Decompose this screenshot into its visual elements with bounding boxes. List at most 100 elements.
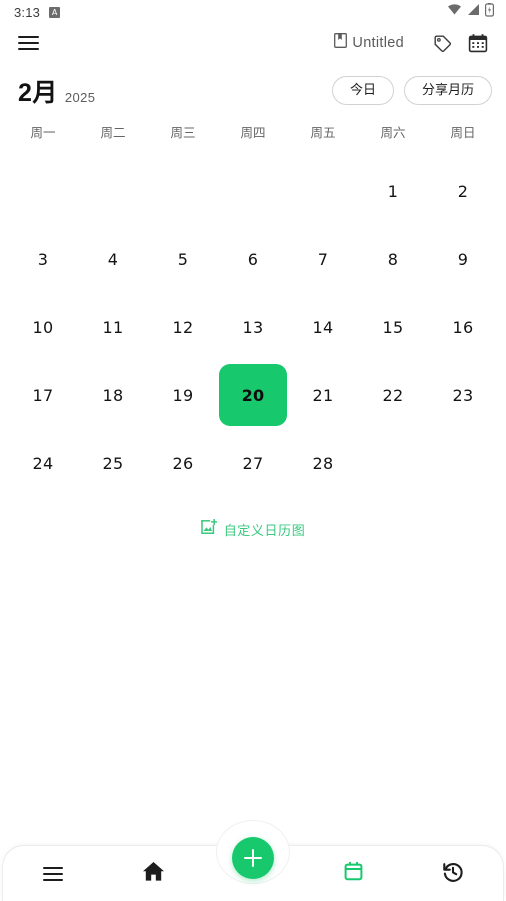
day-empty [9, 160, 77, 222]
calendar-day-cell[interactable]: 16 [428, 293, 498, 361]
year-label: 2025 [64, 90, 96, 105]
calendar-day-cell[interactable]: 28 [288, 429, 358, 497]
share-calendar-button[interactable]: 分享月历 [403, 76, 492, 105]
weekday-label: 周一 [30, 125, 56, 140]
calendar-day-cell[interactable]: 24 [8, 429, 78, 497]
calendar-day[interactable]: 3 [9, 228, 77, 290]
calendar-day-cell[interactable]: 5 [148, 225, 218, 293]
bottom-navigation-bar [0, 821, 506, 901]
day-empty [289, 160, 357, 222]
nav-calendar-icon[interactable] [303, 846, 403, 901]
calendar-day[interactable]: 14 [289, 296, 357, 358]
calendar-day-cell[interactable]: 1 [358, 157, 428, 225]
calendar-day[interactable]: 1 [359, 160, 427, 222]
calendar-day-cell[interactable]: 20 [218, 361, 288, 429]
calendar-day-cell[interactable]: 11 [78, 293, 148, 361]
calendar-day-cell[interactable]: 27 [218, 429, 288, 497]
hamburger-menu-icon[interactable] [14, 29, 42, 57]
calendar-day[interactable]: 8 [359, 228, 427, 290]
calendar-day-empty [8, 157, 78, 225]
add-image-icon [200, 518, 217, 540]
today-button[interactable]: 今日 [331, 76, 394, 105]
month-header: 2月 2025 今日 分享月历 [0, 62, 506, 106]
calendar-day-cell[interactable]: 15 [358, 293, 428, 361]
calendar-day[interactable]: 28 [289, 432, 357, 494]
calendar-day-cell[interactable]: 6 [218, 225, 288, 293]
calendar-day-empty [218, 157, 288, 225]
calendar-day-cell[interactable]: 14 [288, 293, 358, 361]
calendar-day[interactable]: 25 [79, 432, 147, 494]
calendar-day[interactable]: 21 [289, 364, 357, 426]
calendar-day[interactable]: 11 [79, 296, 147, 358]
calendar-day[interactable]: 7 [289, 228, 357, 290]
calendar-day[interactable]: 26 [149, 432, 217, 494]
calendar-day-cell[interactable]: 23 [428, 361, 498, 429]
document-title-chip[interactable]: Untitled [334, 33, 404, 53]
calendar-day-cell[interactable]: 9 [428, 225, 498, 293]
status-time: 3:13 [14, 4, 41, 20]
calendar-day[interactable]: 13 [219, 296, 287, 358]
nav-history-icon[interactable] [403, 846, 503, 901]
add-button[interactable] [232, 837, 274, 879]
day-empty [149, 160, 217, 222]
nav-home-icon[interactable] [103, 846, 203, 901]
calendar-icon [342, 860, 365, 888]
calendar-days-grid: 1 2 3 4 5 6 7 8 9 10 11 12 13 14 15 16 17 18 19 20 21 22 23 24 2… [8, 157, 498, 497]
calendar-day-cell[interactable]: 21 [288, 361, 358, 429]
weekday-label: 周五 [310, 125, 336, 140]
calendar-day-cell[interactable]: 25 [78, 429, 148, 497]
calendar-day[interactable]: 9 [429, 228, 497, 290]
calendar-day-cell[interactable]: 7 [288, 225, 358, 293]
calendar-day[interactable]: 22 [359, 364, 427, 426]
calendar-day-cell[interactable]: 12 [148, 293, 218, 361]
add-icon-vertical [251, 849, 255, 867]
app-screen: 3:13 A Untitled 2月 2025 今日 分享月历 周一 周二 周三… [0, 0, 506, 901]
customize-calendar-image-link[interactable]: 自定义日历图 [8, 518, 498, 540]
calendar-day[interactable]: 18 [79, 364, 147, 426]
calendar-day-cell[interactable]: 22 [358, 361, 428, 429]
calendar-day-cell[interactable]: 18 [78, 361, 148, 429]
calendar-day-cell[interactable]: 2 [428, 157, 498, 225]
day-empty [79, 160, 147, 222]
calendar-day[interactable]: 10 [9, 296, 77, 358]
calendar-day-cell[interactable]: 13 [218, 293, 288, 361]
status-bar-left: 3:13 A [14, 4, 61, 20]
calendar-icon[interactable] [464, 29, 492, 57]
status-app-badge-icon: A [49, 6, 61, 18]
calendar-day-empty [148, 157, 218, 225]
calendar-day-selected[interactable]: 20 [219, 364, 287, 426]
calendar-day[interactable]: 27 [219, 432, 287, 494]
customize-calendar-image-label: 自定义日历图 [223, 523, 306, 538]
list-icon [43, 863, 63, 885]
tag-icon[interactable] [428, 29, 456, 57]
calendar-day-cell[interactable]: 17 [8, 361, 78, 429]
calendar-day[interactable]: 2 [429, 160, 497, 222]
page-title: 2月 [18, 79, 58, 107]
calendar-day-cell[interactable]: 19 [148, 361, 218, 429]
calendar-day[interactable]: 6 [219, 228, 287, 290]
calendar-day[interactable]: 15 [359, 296, 427, 358]
calendar-day[interactable]: 23 [429, 364, 497, 426]
calendar-day[interactable]: 4 [79, 228, 147, 290]
calendar-day-cell[interactable]: 4 [78, 225, 148, 293]
app-bar: Untitled [0, 24, 506, 62]
header-actions: 今日 分享月历 [331, 76, 492, 105]
nav-list-icon[interactable] [3, 846, 103, 901]
weekday-label: 周四 [240, 125, 266, 140]
home-icon [141, 859, 166, 889]
calendar-day[interactable]: 16 [429, 296, 497, 358]
calendar-day-empty [288, 157, 358, 225]
calendar-day[interactable]: 24 [9, 432, 77, 494]
calendar-day[interactable]: 17 [9, 364, 77, 426]
status-bar: 3:13 A [0, 0, 506, 24]
calendar-day-cell[interactable]: 8 [358, 225, 428, 293]
notebook-icon [334, 33, 348, 53]
calendar-day[interactable]: 12 [149, 296, 217, 358]
calendar-day-cell[interactable]: 3 [8, 225, 78, 293]
hamburger-menu-glyph [17, 32, 39, 54]
weekday-label: 周二 [100, 125, 126, 140]
calendar-day[interactable]: 5 [149, 228, 217, 290]
calendar-day-cell[interactable]: 10 [8, 293, 78, 361]
calendar-day-cell[interactable]: 26 [148, 429, 218, 497]
calendar-day[interactable]: 19 [149, 364, 217, 426]
